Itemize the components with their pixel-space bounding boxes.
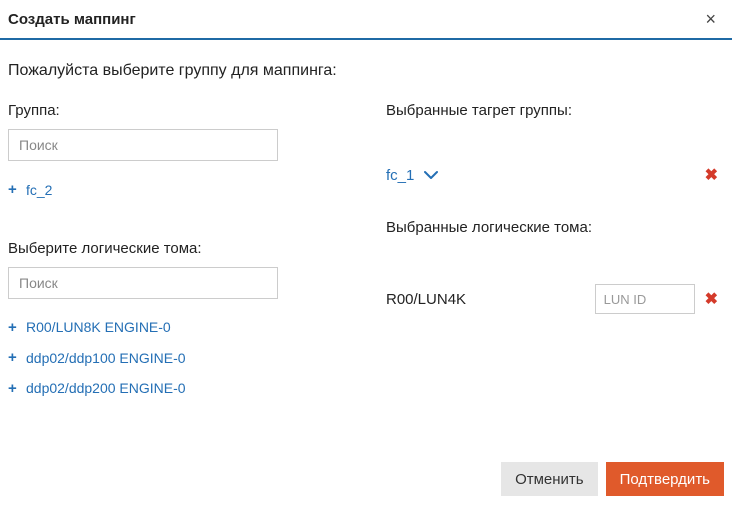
group-list-item[interactable]: + fc_2 <box>8 175 346 206</box>
create-mapping-modal: Создать маппинг × Пожалуйста выберите гр… <box>0 0 732 506</box>
selected-luns-section: Выбранные логические тома: R00/LUN4K ✖ <box>386 219 724 314</box>
group-list: + fc_2 <box>8 175 346 206</box>
selected-groups-section: Выбранные тагрет группы: fc_1 ✖ <box>386 102 724 185</box>
right-column: Выбранные тагрет группы: fc_1 ✖ Выбранны… <box>386 102 724 438</box>
lun-search-input[interactable] <box>8 267 278 299</box>
selected-groups-label: Выбранные тагрет группы: <box>386 102 724 119</box>
selected-luns-label: Выбранные логические тома: <box>386 219 724 236</box>
modal-body: Пожалуйста выберите группу для маппинга:… <box>0 40 732 454</box>
plus-icon: + <box>8 378 20 401</box>
group-section: Группа: + fc_2 <box>8 102 346 206</box>
lun-id-input[interactable] <box>595 284 695 314</box>
modal-header: Создать маппинг × <box>0 0 732 40</box>
columns: Группа: + fc_2 Выберите логические тома: <box>8 102 724 438</box>
lun-list: + R00/LUN8K ENGINE-0 + ddp02/ddp100 ENGI… <box>8 313 346 405</box>
lun-list-item[interactable]: + ddp02/ddp200 ENGINE-0 <box>8 374 346 405</box>
close-icon[interactable]: × <box>701 8 720 30</box>
lun-item-label: R00/LUN8K ENGINE-0 <box>26 317 171 338</box>
lun-label: Выберите логические тома: <box>8 240 346 257</box>
lun-list-item[interactable]: + ddp02/ddp100 ENGINE-0 <box>8 343 346 374</box>
cancel-button[interactable]: Отменить <box>501 462 598 496</box>
lun-item-label: ddp02/ddp200 ENGINE-0 <box>26 378 186 399</box>
lun-list-item[interactable]: + R00/LUN8K ENGINE-0 <box>8 313 346 344</box>
lun-section: Выберите логические тома: + R00/LUN8K EN… <box>8 240 346 405</box>
plus-icon: + <box>8 317 20 340</box>
modal-title: Создать маппинг <box>8 11 136 28</box>
plus-icon: + <box>8 347 20 370</box>
left-column: Группа: + fc_2 Выберите логические тома: <box>8 102 346 438</box>
selected-lun-row: R00/LUN4K ✖ <box>386 284 724 314</box>
selected-lun-name: R00/LUN4K <box>386 291 585 308</box>
group-label: Группа: <box>8 102 346 119</box>
modal-footer: Отменить Подтвердить <box>0 454 732 506</box>
group-item-label: fc_2 <box>26 180 52 201</box>
group-search-input[interactable] <box>8 129 278 161</box>
confirm-button[interactable]: Подтвердить <box>606 462 724 496</box>
chevron-down-icon <box>424 170 438 180</box>
selected-group-row: fc_1 ✖ <box>386 165 724 185</box>
selected-group-name: fc_1 <box>386 167 414 184</box>
selected-group-toggle[interactable]: fc_1 <box>386 167 438 184</box>
remove-group-icon[interactable]: ✖ <box>705 165 718 185</box>
prompt-text: Пожалуйста выберите группу для маппинга: <box>8 62 724 80</box>
lun-item-label: ddp02/ddp100 ENGINE-0 <box>26 348 186 369</box>
plus-icon: + <box>8 179 20 202</box>
remove-lun-icon[interactable]: ✖ <box>705 289 718 309</box>
